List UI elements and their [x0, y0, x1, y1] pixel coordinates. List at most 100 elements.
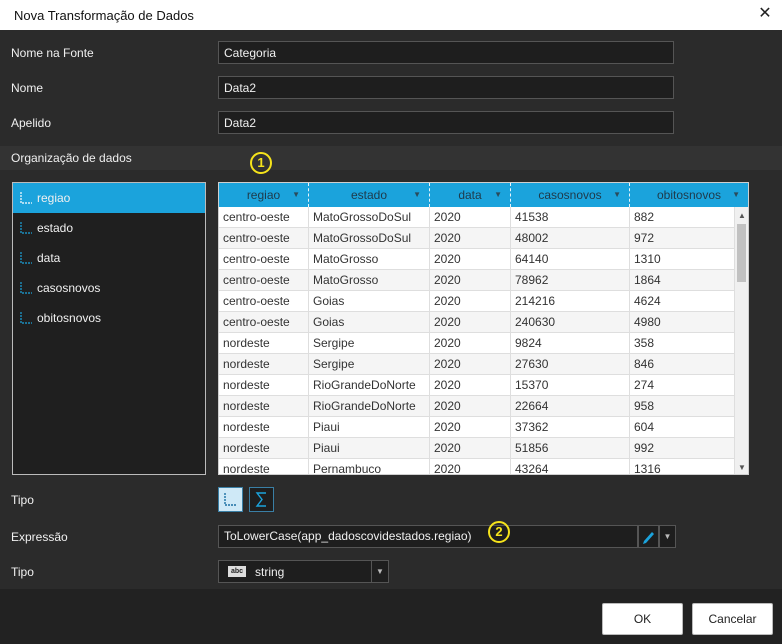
table-cell-casosnovos: 22664: [511, 396, 630, 417]
table-cell-regiao: nordeste: [219, 459, 309, 474]
table-cell-regiao: nordeste: [219, 417, 309, 438]
table-row[interactable]: centro-oeste MatoGrossoDoSul 2020 41538 882: [219, 207, 735, 228]
alias-input[interactable]: [218, 111, 674, 134]
table-cell-data: 2020: [430, 438, 511, 459]
grid-header-regiao[interactable]: regiao ▼: [219, 183, 309, 207]
table-cell-regiao: centro-oeste: [219, 207, 309, 228]
source-name-label: Nome na Fonte: [11, 46, 94, 60]
source-name-input[interactable]: [218, 41, 674, 64]
measure-type-button[interactable]: [249, 487, 274, 512]
close-icon[interactable]: ✕: [756, 5, 774, 23]
scroll-up-icon[interactable]: ▲: [738, 211, 746, 220]
table-cell-casosnovos: 9824: [511, 333, 630, 354]
table-row[interactable]: centro-oeste Goias 2020 240630 4980: [219, 312, 735, 333]
table-cell-regiao: nordeste: [219, 333, 309, 354]
caret-down-icon: ▼: [732, 190, 740, 199]
table-cell-regiao: centro-oeste: [219, 312, 309, 333]
ok-button[interactable]: OK: [602, 603, 683, 635]
grid-header-data[interactable]: data ▼: [430, 183, 511, 207]
dimension-icon: [20, 312, 32, 324]
expression-input[interactable]: ToLowerCase(app_dadoscovidestados.regiao…: [218, 525, 638, 548]
table-cell-data: 2020: [430, 417, 511, 438]
table-row[interactable]: nordeste Piaui 2020 51856 992: [219, 438, 735, 459]
table-row[interactable]: centro-oeste MatoGrosso 2020 78962 1864: [219, 270, 735, 291]
caret-down-icon: ▼: [613, 190, 621, 199]
table-row[interactable]: nordeste RioGrandeDoNorte 2020 22664 958: [219, 396, 735, 417]
table-row[interactable]: centro-oeste MatoGrossoDoSul 2020 48002 972: [219, 228, 735, 249]
table-cell-casosnovos: 64140: [511, 249, 630, 270]
table-cell-estado: Sergipe: [309, 354, 430, 375]
table-cell-obitosnovos: 846: [630, 354, 735, 375]
grid-scrollbar[interactable]: ▲ ▼: [735, 207, 748, 474]
table-cell-casosnovos: 27630: [511, 354, 630, 375]
table-cell-regiao: centro-oeste: [219, 270, 309, 291]
table-cell-regiao: nordeste: [219, 375, 309, 396]
table-row[interactable]: centro-oeste MatoGrosso 2020 64140 1310: [219, 249, 735, 270]
table-cell-regiao: nordeste: [219, 354, 309, 375]
table-cell-regiao: centro-oeste: [219, 228, 309, 249]
table-cell-regiao: centro-oeste: [219, 249, 309, 270]
edit-expression-button[interactable]: [638, 525, 659, 548]
table-row[interactable]: nordeste RioGrandeDoNorte 2020 15370 274: [219, 375, 735, 396]
column-item-estado[interactable]: estado: [13, 213, 205, 243]
table-cell-estado: Sergipe: [309, 333, 430, 354]
table-cell-casosnovos: 43264: [511, 459, 630, 474]
data-organization-header: Organização de dados: [0, 146, 782, 170]
table-cell-obitosnovos: 4980: [630, 312, 735, 333]
table-cell-data: 2020: [430, 375, 511, 396]
table-cell-obitosnovos: 992: [630, 438, 735, 459]
alias-label: Apelido: [11, 116, 52, 130]
table-cell-estado: MatoGrosso: [309, 270, 430, 291]
column-item-obitosnovos[interactable]: obitosnovos: [13, 303, 205, 333]
table-cell-casosnovos: 37362: [511, 417, 630, 438]
table-cell-casosnovos: 214216: [511, 291, 630, 312]
table-cell-estado: Goias: [309, 312, 430, 333]
table-row[interactable]: nordeste Sergipe 2020 9824 358: [219, 333, 735, 354]
expression-dropdown-button[interactable]: ▼: [659, 525, 676, 548]
table-cell-data: 2020: [430, 207, 511, 228]
table-cell-data: 2020: [430, 396, 511, 417]
table-cell-estado: Piaui: [309, 417, 430, 438]
scroll-thumb[interactable]: [737, 224, 746, 282]
scroll-down-icon[interactable]: ▼: [738, 463, 746, 472]
name-input[interactable]: [218, 76, 674, 99]
table-cell-data: 2020: [430, 459, 511, 474]
grid-body: centro-oeste MatoGrossoDoSul 2020 41538 882 c…: [219, 207, 735, 474]
table-cell-obitosnovos: 358: [630, 333, 735, 354]
table-row[interactable]: centro-oeste Goias 2020 214216 4624: [219, 291, 735, 312]
column-item-regiao[interactable]: regiao: [13, 183, 205, 213]
caret-down-icon: ▼: [292, 190, 300, 199]
dimension-icon: [20, 252, 32, 264]
grid-header-obitosnovos[interactable]: obitosnovos ▼: [630, 183, 748, 207]
dimension-icon: [20, 222, 32, 234]
text-type-icon: abc: [228, 566, 246, 577]
grid-header-casosnovos[interactable]: casosnovos ▼: [511, 183, 630, 207]
table-cell-estado: MatoGrossoDoSul: [309, 207, 430, 228]
table-row[interactable]: nordeste Piaui 2020 37362 604: [219, 417, 735, 438]
dimension-type-button[interactable]: [218, 487, 243, 512]
chevron-down-icon: ▼: [663, 532, 672, 541]
table-cell-obitosnovos: 604: [630, 417, 735, 438]
table-cell-data: 2020: [430, 354, 511, 375]
table-row[interactable]: nordeste Sergipe 2020 27630 846: [219, 354, 735, 375]
table-row[interactable]: nordeste Pernambuco 2020 43264 1316: [219, 459, 735, 474]
data-type-select[interactable]: abc string ▼: [218, 560, 389, 583]
sum-icon: [255, 492, 266, 507]
table-cell-obitosnovos: 972: [630, 228, 735, 249]
column-item-casosnovos[interactable]: casosnovos: [13, 273, 205, 303]
data-preview-grid: regiao ▼ estado ▼ data ▼ casosnovos ▼ obitos…: [218, 182, 749, 475]
table-cell-estado: MatoGrosso: [309, 249, 430, 270]
dimension-icon: [20, 282, 32, 294]
table-cell-obitosnovos: 274: [630, 375, 735, 396]
grid-header-label: estado: [350, 188, 388, 202]
column-item-label: regiao: [37, 191, 71, 205]
table-cell-obitosnovos: 1316: [630, 459, 735, 474]
table-cell-data: 2020: [430, 333, 511, 354]
column-item-label: data: [37, 251, 61, 265]
cancel-button[interactable]: Cancelar: [692, 603, 773, 635]
column-item-data[interactable]: data: [13, 243, 205, 273]
grid-header-label: regiao: [246, 188, 281, 202]
grid-header-estado[interactable]: estado ▼: [309, 183, 430, 207]
table-cell-data: 2020: [430, 312, 511, 333]
caret-down-icon: ▼: [494, 190, 502, 199]
